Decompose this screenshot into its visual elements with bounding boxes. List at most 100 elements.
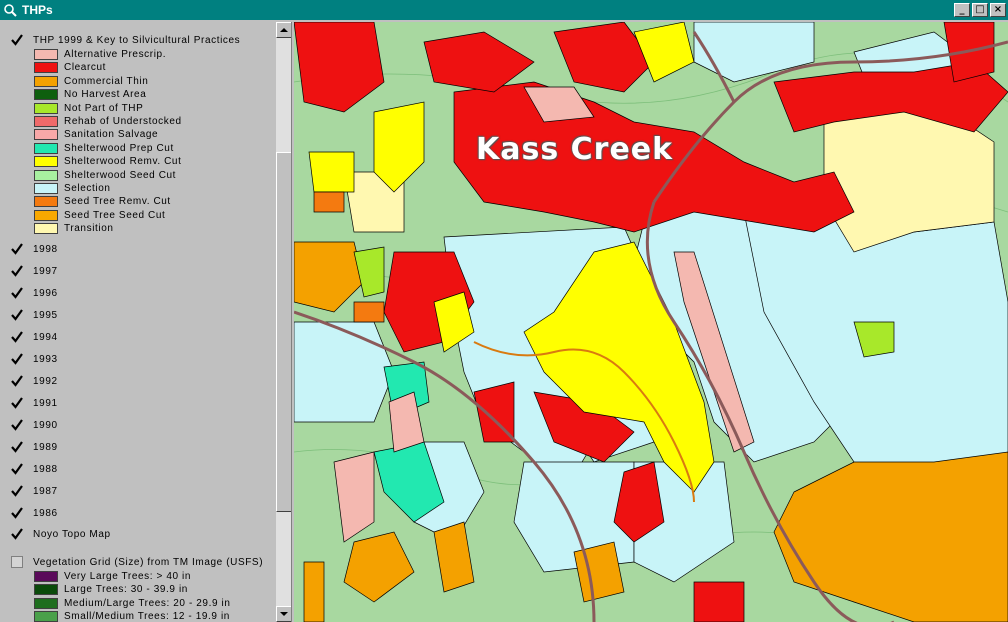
layer-name: 1989 [33, 441, 58, 453]
layer-name: 1993 [33, 353, 58, 365]
layer-name: 1988 [33, 463, 58, 475]
layer-year-1986[interactable]: 1986 [9, 504, 58, 522]
layer-name: 1990 [33, 419, 58, 431]
legend-swatch [34, 584, 58, 596]
legend-label: Not Part of THP [64, 102, 144, 114]
legend-item: Large Trees: 30 - 39.9 in [34, 583, 188, 596]
layer-year-1989[interactable]: 1989 [9, 438, 58, 456]
layer-year-1994[interactable]: 1994 [9, 328, 58, 346]
legend-item: Seed Tree Seed Cut [34, 209, 165, 222]
layer-name: 1998 [33, 243, 58, 255]
layer-name: Noyo Topo Map [33, 528, 111, 540]
legend-swatch [34, 611, 58, 622]
toc-scrollbar[interactable] [276, 22, 291, 622]
checkmark-icon[interactable] [9, 417, 25, 433]
legend-label: Seed Tree Seed Cut [64, 209, 166, 221]
checkmark-icon[interactable] [9, 263, 25, 279]
layer-name: Vegetation Grid (Size) from TM Image (US… [33, 556, 264, 568]
legend-label: Shelterwood Remv. Cut [64, 156, 182, 168]
legend-item: Small/Medium Trees: 12 - 19.9 in [34, 610, 230, 622]
map-view[interactable]: Kass Creek [294, 22, 1008, 622]
layer-year-1992[interactable]: 1992 [9, 372, 58, 390]
checkmark-icon[interactable] [9, 505, 25, 521]
layer-name: 1992 [33, 375, 58, 387]
layer-noyo-topo-map[interactable]: Noyo Topo Map [9, 525, 111, 543]
window-titlebar[interactable]: THPs _ □ × [0, 0, 1008, 20]
legend-swatch [34, 223, 58, 235]
close-button[interactable]: × [990, 3, 1006, 17]
legend-item: Medium/Large Trees: 20 - 29.9 in [34, 597, 231, 610]
legend-swatch [34, 142, 58, 154]
legend-label: Transition [64, 223, 114, 235]
legend-swatch [34, 597, 58, 609]
checkmark-icon[interactable] [9, 241, 25, 257]
checkmark-icon[interactable] [9, 329, 25, 345]
checkmark-icon[interactable] [9, 373, 25, 389]
layer-year-1997[interactable]: 1997 [9, 262, 58, 280]
legend-swatch [34, 156, 58, 168]
legend-label: Shelterwood Seed Cut [64, 169, 177, 181]
checkmark-icon[interactable] [9, 285, 25, 301]
legend-item: Clearcut [34, 61, 106, 74]
legend-label: Medium/Large Trees: 20 - 29.9 in [64, 597, 231, 609]
checkmark-icon[interactable] [9, 351, 25, 367]
legend-swatch [34, 196, 58, 208]
legend-swatch [34, 129, 58, 141]
arrow-up-icon [280, 28, 288, 32]
legend-swatch [34, 169, 58, 181]
table-of-contents: THP 1999 & Key to Silvicultural Practice… [0, 22, 292, 622]
layer-name: 1994 [33, 331, 58, 343]
maximize-button[interactable]: □ [972, 3, 988, 17]
scroll-thumb[interactable] [276, 152, 291, 512]
legend-swatch [34, 102, 58, 114]
legend-item: Seed Tree Remv. Cut [34, 195, 171, 208]
legend-item: Not Part of THP [34, 102, 143, 115]
checkmark-icon[interactable] [9, 526, 25, 542]
legend-label: Clearcut [64, 62, 107, 74]
legend-item: Rehab of Understocked [34, 115, 182, 128]
legend-swatch [34, 209, 58, 221]
checkmark-icon[interactable] [9, 439, 25, 455]
legend-item: Very Large Trees: > 40 in [34, 570, 191, 583]
layer-year-1998[interactable]: 1998 [9, 240, 58, 258]
scroll-up-button[interactable] [276, 22, 291, 38]
unchecked-box-icon[interactable] [11, 556, 23, 568]
thp-map-canvas [294, 22, 1008, 622]
checkmark-icon[interactable] [9, 483, 25, 499]
checkmark-icon[interactable] [9, 461, 25, 477]
checkmark-icon[interactable] [9, 32, 25, 48]
layer-list: THP 1999 & Key to Silvicultural Practice… [0, 22, 276, 622]
map-place-label: Kass Creek [476, 132, 674, 167]
layer-name: 1997 [33, 265, 58, 277]
checkmark-icon[interactable] [9, 307, 25, 323]
layer-year-1993[interactable]: 1993 [9, 350, 58, 368]
arrow-down-icon [280, 612, 288, 616]
layer-vegetation-grid[interactable]: Vegetation Grid (Size) from TM Image (US… [9, 553, 263, 571]
legend-swatch [34, 571, 58, 582]
layer-thp-1999[interactable]: THP 1999 & Key to Silvicultural Practice… [9, 31, 240, 49]
legend-label: Alternative Prescrip. [64, 49, 167, 60]
legend-label: No Harvest Area [64, 89, 147, 101]
layer-year-1987[interactable]: 1987 [9, 482, 58, 500]
legend-item: Shelterwood Seed Cut [34, 169, 176, 182]
layer-name: 1996 [33, 287, 58, 299]
legend-label: Small/Medium Trees: 12 - 19.9 in [64, 611, 230, 622]
layer-year-1995[interactable]: 1995 [9, 306, 58, 324]
layer-name: 1995 [33, 309, 58, 321]
magnifier-icon [2, 2, 18, 18]
layer-year-1991[interactable]: 1991 [9, 394, 58, 412]
layer-name: THP 1999 & Key to Silvicultural Practice… [33, 34, 241, 46]
legend-label: Very Large Trees: > 40 in [64, 571, 192, 582]
window-title: THPs [22, 3, 53, 17]
legend-label: Rehab of Understocked [64, 116, 182, 127]
legend-swatch [34, 75, 58, 87]
legend-item: Sanitation Salvage [34, 128, 158, 141]
legend-swatch [34, 49, 58, 60]
layer-year-1988[interactable]: 1988 [9, 460, 58, 478]
layer-year-1990[interactable]: 1990 [9, 416, 58, 434]
checkmark-icon[interactable] [9, 395, 25, 411]
layer-year-1996[interactable]: 1996 [9, 284, 58, 302]
minimize-button[interactable]: _ [954, 3, 970, 17]
scroll-down-button[interactable] [276, 606, 291, 622]
legend-label: Selection [64, 183, 111, 194]
